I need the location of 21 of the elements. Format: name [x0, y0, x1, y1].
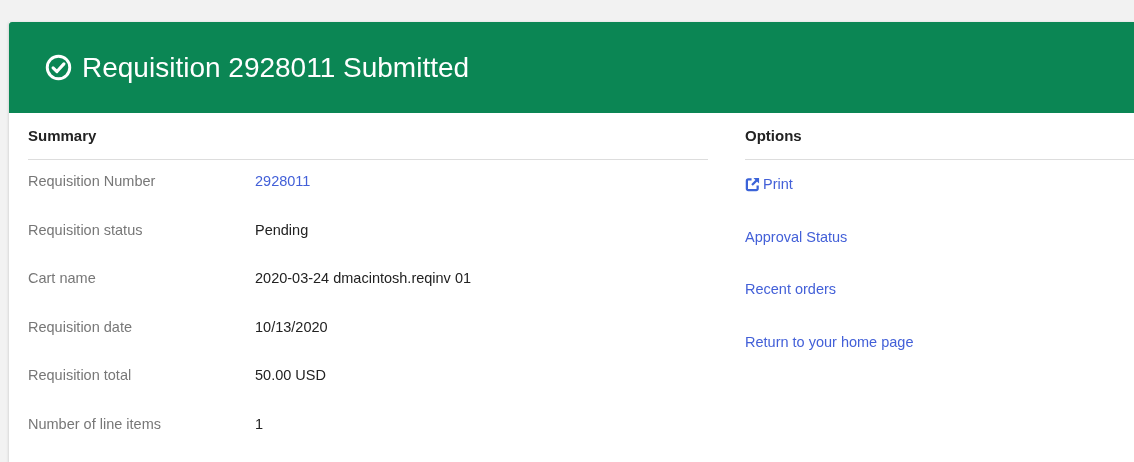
section-heading: Options — [745, 113, 1134, 160]
page-title: Requisition 2928011 Submitted — [82, 51, 470, 84]
external-link-icon — [745, 177, 760, 192]
field-value: Pending — [255, 221, 309, 240]
option-link[interactable]: Approval Status — [745, 228, 848, 245]
requisition-link[interactable]: 2928011 — [255, 173, 311, 222]
field-label: Requisition date — [28, 318, 133, 337]
option-link[interactable]: Return to your home page — [745, 333, 914, 350]
field-value: 50.00 USD — [255, 367, 326, 385]
check-circle-icon — [45, 54, 72, 81]
option-link[interactable]: Print — [763, 176, 793, 192]
field-value: 10/13/2020 — [255, 318, 328, 337]
field-label: Requisition Number — [28, 173, 157, 191]
section-heading: Summary — [28, 113, 708, 160]
field-label: Cart name — [28, 270, 97, 288]
field-label: Number of line items — [28, 415, 162, 434]
field-label: Requisition status — [28, 221, 144, 240]
field-value: 2020-03-24 dmacintosh.reqinv 01 — [255, 270, 472, 288]
field-label: Requisition total — [28, 367, 133, 385]
field-value: 1 — [255, 415, 264, 434]
option-link[interactable]: Recent orders — [745, 281, 837, 297]
